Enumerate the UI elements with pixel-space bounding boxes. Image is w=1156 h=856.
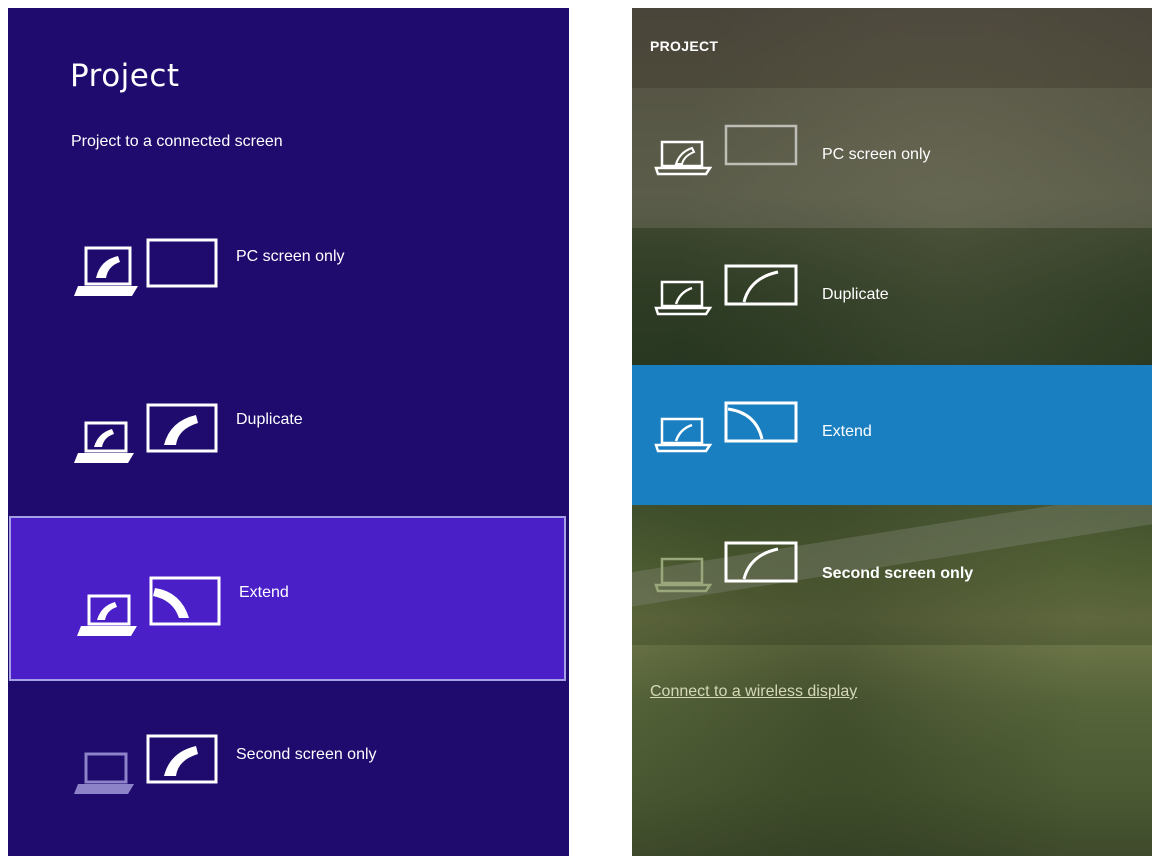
pc-screen-only-icon <box>72 238 222 308</box>
project-panel-win8: Project Project to a connected screen PC… <box>8 8 569 856</box>
second-screen-only-icon <box>654 541 804 601</box>
extend-icon <box>654 401 804 461</box>
panel-title: PROJECT <box>650 38 719 54</box>
extend-icon <box>75 574 225 644</box>
option-duplicate[interactable]: Duplicate <box>8 353 569 518</box>
duplicate-icon <box>654 264 804 324</box>
option-pc-screen-only[interactable]: PC screen only <box>8 183 569 348</box>
panel-title: Project <box>70 58 180 94</box>
option-pc-screen-only[interactable]: PC screen only <box>632 88 1152 228</box>
option-label: Duplicate <box>236 411 303 428</box>
option-extend[interactable]: Extend <box>632 365 1152 505</box>
option-label: Duplicate <box>822 286 889 303</box>
option-second-screen-only[interactable]: Second screen only <box>8 684 569 849</box>
option-second-screen-only[interactable]: Second screen only <box>632 505 1152 645</box>
panel-header: PROJECT <box>632 8 1152 88</box>
option-label: Second screen only <box>236 746 377 763</box>
project-panel-win10: PROJECT PC screen only Duplicate Extend … <box>632 8 1152 856</box>
pc-screen-only-icon <box>654 124 804 184</box>
connect-wireless-display-link[interactable]: Connect to a wireless display <box>650 683 857 701</box>
option-duplicate[interactable]: Duplicate <box>632 228 1152 368</box>
option-label: Extend <box>239 584 289 601</box>
option-label: PC screen only <box>236 248 345 265</box>
option-label: PC screen only <box>822 146 931 163</box>
duplicate-icon <box>72 401 222 471</box>
panel-subtitle: Project to a connected screen <box>71 133 283 150</box>
option-label: Extend <box>822 423 872 440</box>
second-screen-only-icon <box>72 732 222 802</box>
option-label: Second screen only <box>822 565 974 582</box>
option-extend[interactable]: Extend <box>9 516 566 681</box>
